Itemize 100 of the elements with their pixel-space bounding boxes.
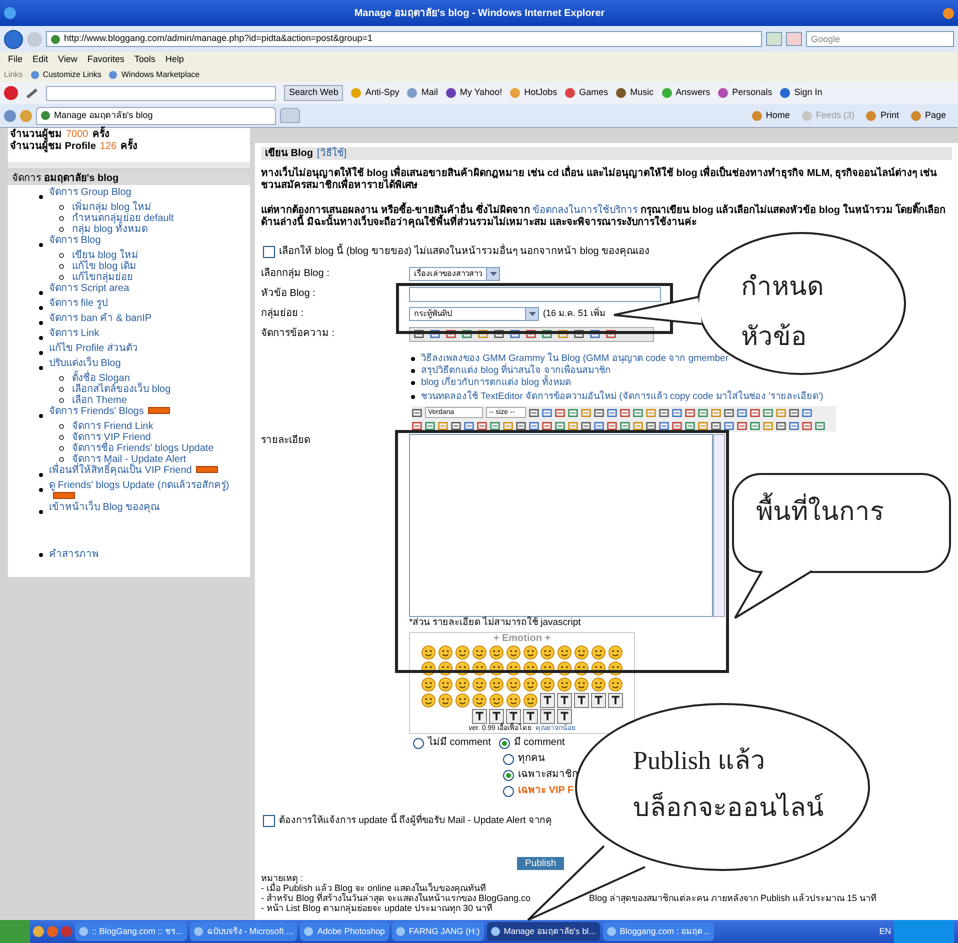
format-icon[interactable] (574, 692, 589, 708)
editor-tool-icon[interactable] (510, 329, 520, 339)
format-icon[interactable] (540, 692, 555, 708)
editor-tool-icon[interactable] (529, 421, 539, 431)
sidebar-link[interactable]: ดู Friends' blogs Update (กดแล้วรอสักครู่) (49, 480, 230, 491)
toolbar-item[interactable]: Sign In (780, 86, 822, 100)
sidebar-link[interactable]: แก้ไข Profile ส่วนตัว (49, 343, 138, 354)
smiley-icon[interactable] (608, 644, 623, 660)
editor-tool-icon[interactable] (503, 421, 513, 431)
smiley-icon[interactable] (540, 644, 555, 660)
editor-tool-icon[interactable] (776, 421, 786, 431)
smiley-icon[interactable] (591, 676, 606, 692)
editor-tool-icon[interactable] (659, 421, 669, 431)
menu-item[interactable]: Edit (32, 53, 48, 67)
editor-tool-icon[interactable] (555, 421, 565, 431)
editor-tool-icon[interactable] (698, 421, 708, 431)
taskbar-button[interactable]: FARNG JANG (H:) (392, 922, 484, 941)
menu-item[interactable]: Help (165, 53, 184, 67)
smiley-icon[interactable] (523, 692, 538, 708)
help-link[interactable]: วิธีลงเพลงของ GMM Grammy ใน Blog (GMM อนุญาต code จาก gmember (421, 353, 729, 365)
command-button[interactable]: Print (866, 108, 899, 122)
smiley-icon[interactable] (574, 660, 589, 676)
editor-tool-icon[interactable] (529, 408, 539, 418)
menu-item[interactable]: Favorites (87, 53, 124, 67)
sidebar-link[interactable]: เข้าหน้าเว็บ Blog ของคุณ (49, 502, 160, 513)
smiley-icon[interactable] (489, 676, 504, 692)
sidebar-sublink[interactable]: เลือก Theme (72, 395, 127, 406)
smiley-icon[interactable] (438, 676, 453, 692)
taskbar-button[interactable]: :: BlogGang.com :: ชร... (75, 922, 187, 941)
taskbar-button[interactable]: Bloggang.com : อมฤต... (602, 922, 714, 941)
format-icon[interactable] (540, 708, 555, 724)
toolbar-item[interactable]: Answers (662, 86, 710, 100)
editor-tool-icon[interactable] (574, 329, 584, 339)
format-icon[interactable] (557, 708, 572, 724)
browser-tab[interactable]: Manage อมฤตาลัย's blog (36, 106, 276, 124)
sidebar-sublink[interactable]: เลือกสไตล์ของเว็บ blog (72, 384, 171, 395)
smiley-icon[interactable] (472, 644, 487, 660)
editor-tool-icon[interactable] (430, 329, 440, 339)
sidebar-sublink[interactable]: จัดการ VIP Friend (72, 432, 151, 443)
editor-tool-icon[interactable] (685, 421, 695, 431)
sidebar-sublink[interactable]: กลุ่ม blog ทั้งหมด (72, 224, 148, 235)
editor-tool-icon[interactable] (414, 329, 424, 339)
sidebar-link[interactable]: จัดการ Blog (49, 235, 101, 246)
editor-tool-icon[interactable] (490, 421, 500, 431)
editor-tool-icon[interactable] (412, 408, 422, 418)
smiley-icon[interactable] (574, 676, 589, 692)
smiley-icon[interactable] (489, 660, 504, 676)
smiley-icon[interactable] (506, 644, 521, 660)
taskbar-button[interactable]: ฉบับบจริง - Microsoft ... (190, 922, 298, 941)
editor-tool-icon[interactable] (581, 421, 591, 431)
sidebar-sublink[interactable]: เพิ่มกลุ่ม blog ใหม่ (72, 202, 152, 213)
window-control-icon[interactable] (943, 8, 954, 18)
sidebar-link[interactable]: จัดการ file รูป (49, 298, 108, 309)
editor-tool-icon[interactable] (606, 329, 616, 339)
smiley-icon[interactable] (472, 692, 487, 708)
radio-option[interactable]: ทุกคน (503, 753, 545, 765)
format-icon[interactable] (557, 692, 572, 708)
search-web-button[interactable]: Search Web (284, 85, 344, 101)
help-link[interactable]: blog เกี่ยวกับการตกแต่ง blog ทั้งหมด (421, 377, 571, 389)
toolbar-search-field[interactable] (46, 86, 276, 100)
editor-tool-icon[interactable] (412, 421, 422, 431)
sidebar-link[interactable]: คำสารภาพ (49, 547, 99, 562)
smiley-icon[interactable] (540, 676, 555, 692)
editor-tool-icon[interactable] (451, 421, 461, 431)
smiley-icon[interactable] (455, 644, 470, 660)
editor-tool-icon[interactable] (594, 408, 604, 418)
smiley-icon[interactable] (438, 692, 453, 708)
taskbar-button[interactable]: Adobe Photoshop (300, 922, 389, 941)
sidebar-sublink[interactable]: จัดการ Friend Link (72, 421, 154, 432)
smiley-icon[interactable] (455, 676, 470, 692)
editor-tool-icon[interactable] (620, 421, 630, 431)
smiley-icon[interactable] (523, 644, 538, 660)
taskbar-button[interactable]: Manage อมฤตาลัย's bl... (486, 922, 600, 941)
sidebar-sublink[interactable]: แก้ไขกลุ่มย่อย (72, 272, 133, 283)
smiley-icon[interactable] (608, 676, 623, 692)
toolbar-item[interactable]: My Yahoo! (446, 86, 502, 100)
smiley-icon[interactable] (506, 676, 521, 692)
format-icon[interactable] (608, 692, 623, 708)
smiley-icon[interactable] (489, 692, 504, 708)
smiley-icon[interactable] (591, 644, 606, 660)
smiley-icon[interactable] (591, 660, 606, 676)
toolbar-item[interactable]: Mail (407, 86, 438, 100)
address-field[interactable]: http://www.bloggang.com/admin/manage.php?id=pidta&action=post&group=1 (46, 31, 762, 47)
editor-tool-icon[interactable] (516, 421, 526, 431)
editor-tool-icon[interactable] (789, 408, 799, 418)
editor-tool-icon[interactable] (568, 421, 578, 431)
smiley-icon[interactable] (489, 644, 504, 660)
smiley-icon[interactable] (421, 676, 436, 692)
smiley-icon[interactable] (557, 676, 572, 692)
sidebar-link[interactable]: จัดการ Friends' Blogs (49, 406, 144, 417)
sidebar-sublink[interactable]: เขียน blog ใหม่ (72, 250, 138, 261)
editor-tool-icon[interactable] (542, 421, 552, 431)
smiley-icon[interactable] (421, 692, 436, 708)
format-icon[interactable] (523, 708, 538, 724)
command-button[interactable]: Page (910, 108, 946, 122)
format-icon[interactable] (489, 708, 504, 724)
toolbar-item[interactable]: Music (616, 86, 654, 100)
toolbar-item[interactable]: Personals (718, 86, 772, 100)
editor-tool-icon[interactable] (425, 421, 435, 431)
editor-tool-icon[interactable] (724, 421, 734, 431)
